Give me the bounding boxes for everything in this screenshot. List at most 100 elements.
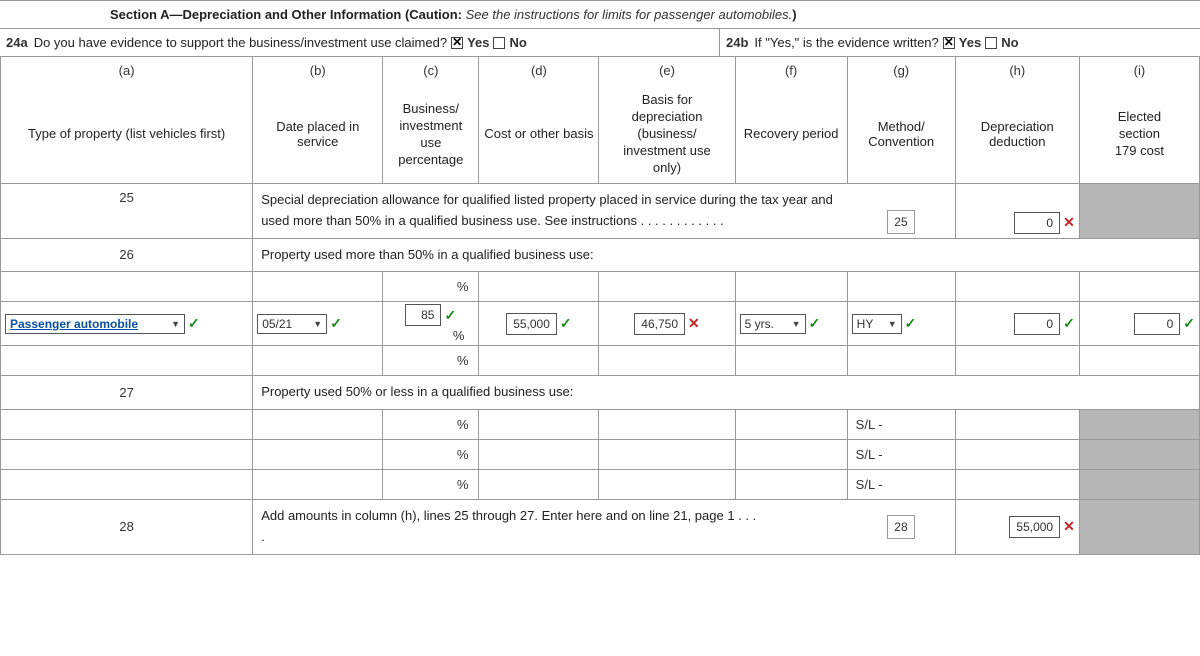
method-value: HY (857, 317, 874, 331)
method-select[interactable]: HY ▼ (852, 314, 902, 334)
col-c-lbl1: Business/ (403, 101, 459, 116)
recovery-value: 5 yrs. (745, 317, 774, 331)
line-28-box: 28 (887, 515, 914, 539)
pct-symbol: % (383, 346, 479, 376)
line-27-greyout-3 (1079, 470, 1199, 500)
col-g-letter: (g) (847, 57, 955, 84)
line-27-greyout-1 (1079, 410, 1199, 440)
col-e-lbl2: depreciation (632, 109, 703, 124)
col-h-letter: (h) (955, 57, 1079, 84)
passenger-auto-row: Passenger automobile ▼ ✓ 05/21 ▼ ✓ (1, 302, 1200, 346)
col-i-label: Elected section 179 cost (1079, 84, 1199, 184)
sl-method: S/L - (848, 473, 955, 496)
error-icon: ✕ (1063, 518, 1075, 535)
line-26-num: 26 (1, 238, 253, 272)
col-e-lbl1: Basis for (642, 92, 693, 107)
col-e-lbl4: investment use (623, 143, 710, 158)
section-a-table: (a) (b) (c) (d) (e) (f) (g) (h) (i) Type… (0, 57, 1200, 555)
col-d-label: Cost or other basis (479, 84, 599, 184)
line-27-row-3: % S/L - (1, 470, 1200, 500)
cost-input[interactable]: 55,000 (506, 313, 557, 335)
line-27-text: Property used 50% or less in a qualified… (253, 376, 1200, 410)
col-h-label: Depreciation deduction (955, 84, 1079, 184)
basis-input[interactable]: 46,750 (634, 313, 685, 335)
line-27-row-1: % S/L - (1, 410, 1200, 440)
error-icon: ✕ (688, 315, 700, 332)
col-b-label: Date placed in service (253, 84, 383, 184)
q24b-no-checkbox[interactable] (985, 37, 997, 49)
date-placed-select[interactable]: 05/21 ▼ (257, 314, 327, 334)
q24b-num: 24b (726, 35, 748, 50)
col-a-label: Type of property (list vehicles first) (1, 84, 253, 184)
col-f-label: Recovery period (735, 84, 847, 184)
business-pct-input[interactable]: 85 (405, 304, 441, 326)
sl-method: S/L - (848, 443, 955, 466)
col-i-lbl1: Elected (1118, 109, 1161, 124)
line-27-num: 27 (1, 376, 253, 410)
recovery-select[interactable]: 5 yrs. ▼ (740, 314, 806, 334)
line-28-dot: . (261, 529, 265, 544)
property-type-select[interactable]: Passenger automobile ▼ (5, 314, 185, 334)
check-icon: ✓ (905, 315, 917, 332)
q24b-text: If "Yes," is the evidence written? (754, 35, 938, 50)
q24a-no-label: No (509, 35, 526, 50)
col-e-lbl3: (business/ (637, 126, 696, 141)
q24a-no-checkbox[interactable] (493, 37, 505, 49)
col-c-label: Business/ investment use percentage (383, 84, 479, 184)
line-25-greyout (1079, 184, 1199, 239)
line-28-row: 28 Add amounts in column (h), lines 25 t… (1, 500, 1200, 555)
col-g-label: Method/ Convention (847, 84, 955, 184)
line-25-num: 25 (1, 184, 253, 239)
section179-input[interactable]: 0 (1134, 313, 1180, 335)
line-28-num: 28 (1, 500, 253, 555)
depreciation-input[interactable]: 0 (1014, 313, 1060, 335)
line-28-instr: Add amounts in column (h), lines 25 thro… (261, 508, 756, 523)
line-26-text: Property used more than 50% in a qualifi… (253, 238, 1200, 272)
question-24a: 24a Do you have evidence to support the … (0, 29, 720, 56)
pct-symbol: % (387, 328, 474, 343)
line-27-header: 27 Property used 50% or less in a qualif… (1, 376, 1200, 410)
questions-24-row: 24a Do you have evidence to support the … (0, 29, 1200, 57)
check-icon: ✓ (444, 307, 456, 324)
q24b-yes-checkbox[interactable] (943, 37, 955, 49)
line-25-row: 25 Special depreciation allowance for qu… (1, 184, 1200, 239)
col-d-letter: (d) (479, 57, 599, 84)
col-f-letter: (f) (735, 57, 847, 84)
line-26-blank-row-1: % (1, 272, 1200, 302)
line-25-box: 25 (887, 210, 914, 234)
col-c-letter: (c) (383, 57, 479, 84)
chevron-down-icon: ▼ (171, 319, 180, 329)
pct-symbol: % (383, 410, 479, 440)
property-type-link[interactable]: Passenger automobile (10, 317, 138, 331)
chevron-down-icon: ▼ (313, 319, 322, 329)
chevron-down-icon: ▼ (888, 319, 897, 329)
col-b-letter: (b) (253, 57, 383, 84)
question-24b: 24b If "Yes," is the evidence written? Y… (720, 29, 1200, 56)
col-i-lbl3: 179 cost (1115, 143, 1164, 158)
sl-method: S/L - (848, 413, 955, 436)
q24b-yes-label: Yes (959, 35, 981, 50)
q24a-text: Do you have evidence to support the busi… (34, 35, 447, 50)
line-28-value[interactable]: 55,000 (1009, 516, 1060, 538)
section-a-title: Section A—Depreciation and Other Informa… (0, 0, 1200, 29)
col-e-letter: (e) (599, 57, 735, 84)
q24a-num: 24a (6, 35, 28, 50)
line-25-value[interactable]: 0 (1014, 212, 1060, 234)
q24a-yes-checkbox[interactable] (451, 37, 463, 49)
check-icon: ✓ (560, 315, 572, 332)
pct-symbol: % (383, 272, 479, 302)
q24b-no-label: No (1001, 35, 1018, 50)
col-c-lbl2: investment (399, 118, 462, 133)
check-icon: ✓ (330, 315, 342, 332)
col-e-lbl5: only) (653, 160, 681, 175)
line-26-header: 26 Property used more than 50% in a qual… (1, 238, 1200, 272)
line-26-blank-row-3: % (1, 346, 1200, 376)
line-27-greyout-2 (1079, 440, 1199, 470)
chevron-down-icon: ▼ (792, 319, 801, 329)
col-c-lbl4: percentage (398, 152, 463, 167)
q24a-yes-label: Yes (467, 35, 489, 50)
section-title-bold: Section A—Depreciation and Other Informa… (110, 7, 462, 22)
col-a-letter: (a) (1, 57, 253, 84)
check-icon: ✓ (1063, 315, 1075, 332)
check-icon: ✓ (1183, 315, 1195, 332)
